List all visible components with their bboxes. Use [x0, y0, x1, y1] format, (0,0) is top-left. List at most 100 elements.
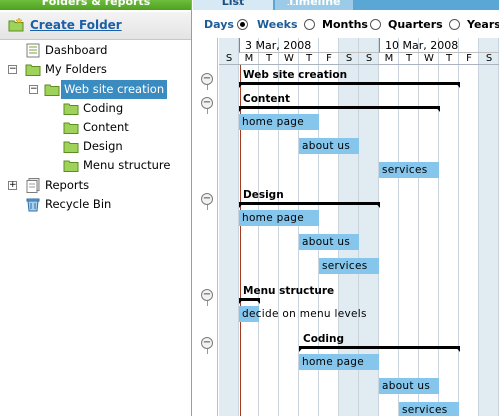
folder-icon — [63, 160, 79, 172]
group-title-menu-structure: Menu structure — [243, 285, 335, 297]
task-bar-coding-home-page[interactable]: home page — [299, 354, 379, 370]
timeline-panel: List Timeline Days Weeks Months Quarters… — [193, 0, 499, 416]
tree-item-coding-label: Coding — [83, 101, 124, 115]
task-bar-design-about-us[interactable]: about us — [299, 234, 359, 250]
scale-years-label[interactable]: Years — [467, 18, 499, 31]
scale-years-radio[interactable] — [449, 19, 460, 30]
scale-months-radio[interactable] — [304, 19, 315, 30]
tab-timeline-label: Timeline — [287, 0, 341, 8]
scale-months-label[interactable]: Months — [322, 18, 368, 31]
tree-item-recycle-bin[interactable]: Recycle Bin — [0, 195, 190, 214]
task-bar-decide-menu-levels[interactable]: decide on menu levels — [239, 306, 366, 322]
scale-weeks-radio[interactable] — [237, 19, 248, 30]
collapse-content-icon[interactable]: − — [201, 97, 213, 114]
tree-item-web-site-creation-label: Web site creation — [61, 80, 168, 99]
day-column — [439, 38, 459, 416]
collapse-my-folders-toggle[interactable]: − — [8, 65, 17, 74]
tree-item-dashboard[interactable]: Dashboard — [0, 41, 190, 60]
tree-item-coding[interactable]: Coding — [0, 99, 190, 118]
day-header: W — [419, 53, 439, 65]
tree-item-my-folders[interactable]: − My Folders — [0, 60, 190, 79]
day-header: W — [279, 53, 299, 65]
folder-icon — [25, 64, 41, 76]
tree-item-content[interactable]: Content — [0, 118, 190, 137]
create-folder-label[interactable]: Create Folder — [30, 18, 122, 32]
folder-icon — [44, 84, 60, 96]
tree-item-menu-structure[interactable]: Menu structure — [0, 156, 190, 175]
timeline-grid: 3 Mar, 2008 10 Mar, 2008 S M T W T F S S… — [219, 38, 499, 416]
summary-bar-design[interactable] — [239, 202, 380, 208]
day-header: M — [379, 53, 399, 65]
tree-item-design[interactable]: Design — [0, 137, 190, 156]
scale-quarters-radio[interactable] — [370, 19, 381, 30]
tree-item-reports-label: Reports — [45, 178, 90, 192]
tree-item-reports[interactable]: + Reports — [0, 176, 190, 195]
new-folder-icon — [8, 18, 24, 32]
day-column — [219, 38, 239, 416]
tree-item-content-label: Content — [83, 120, 129, 134]
collapse-coding-icon[interactable]: − — [201, 337, 213, 354]
summary-bar-coding[interactable] — [299, 346, 460, 352]
dashboard-icon — [26, 43, 40, 58]
tree-item-my-folders-label: My Folders — [45, 62, 107, 76]
tab-list-label: List — [221, 0, 245, 8]
tab-timeline[interactable]: Timeline — [275, 0, 353, 10]
create-folder-button[interactable]: Create Folder — [0, 12, 191, 40]
recycle-bin-icon — [26, 198, 40, 212]
collapse-web-site-creation-toggle[interactable]: − — [29, 85, 38, 94]
day-header: S — [359, 53, 379, 65]
view-tabs: List Timeline — [193, 0, 499, 10]
folder-icon — [63, 122, 79, 134]
day-header: S — [479, 53, 499, 65]
collapse-design-icon[interactable]: − — [201, 193, 213, 210]
tree-item-web-site-creation[interactable]: − Web site creation — [0, 80, 190, 99]
day-header: T — [439, 53, 459, 65]
scale-quarters-label[interactable]: Quarters — [388, 18, 443, 31]
collapse-web-site-creation-icon[interactable]: − — [201, 73, 213, 90]
expand-reports-toggle[interactable]: + — [8, 181, 17, 190]
day-column — [399, 38, 419, 416]
folders-panel-title: Folders & reports — [0, 0, 191, 10]
group-title-coding: Coding — [303, 333, 345, 345]
day-header: M — [239, 53, 259, 65]
day-column — [459, 38, 479, 416]
collapse-menu-structure-icon[interactable]: − — [201, 289, 213, 306]
summary-bar-menu-structure[interactable] — [239, 298, 260, 304]
task-bar-content-about-us[interactable]: about us — [299, 138, 359, 154]
task-bar-content-home-page[interactable]: home page — [239, 114, 319, 130]
folders-panel: Folders & reports Create Folder Dashboar… — [0, 0, 192, 416]
group-title-content: Content — [243, 93, 291, 105]
day-header: S — [339, 53, 359, 65]
tree-item-menu-structure-label: Menu structure — [83, 158, 171, 172]
summary-bar-content[interactable] — [239, 106, 440, 112]
day-header: T — [399, 53, 419, 65]
day-header: F — [319, 53, 339, 65]
day-header: T — [259, 53, 279, 65]
row-toggle-column: − − − − − — [193, 38, 218, 416]
day-column — [479, 38, 499, 416]
task-bar-design-services[interactable]: services — [319, 258, 379, 274]
task-bar-design-home-page[interactable]: home page — [239, 210, 319, 226]
week-header: 10 Mar, 2008 — [379, 38, 499, 53]
time-scale-selector: Days Weeks Months Quarters Years — [193, 10, 499, 38]
task-bar-coding-about-us[interactable]: about us — [379, 378, 439, 394]
day-header: S — [219, 53, 239, 65]
group-title-web-site-creation: Web site creation — [243, 69, 348, 81]
folders-title-text: Folders & reports — [41, 0, 151, 8]
reports-icon — [26, 178, 40, 193]
day-header: F — [459, 53, 479, 65]
timeline-chart: − − − − − 3 Mar, 2008 10 Mar, 2008 S M T… — [193, 38, 499, 416]
tree-item-recycle-bin-label: Recycle Bin — [45, 197, 112, 211]
group-title-design: Design — [243, 189, 284, 201]
task-bar-content-services[interactable]: services — [379, 162, 439, 178]
folder-icon — [63, 103, 79, 115]
tree-item-dashboard-label: Dashboard — [45, 43, 108, 57]
tab-list[interactable]: List — [193, 0, 273, 10]
tree-item-design-label: Design — [83, 139, 123, 153]
scale-days-link[interactable]: Days — [204, 18, 234, 31]
scale-weeks-label[interactable]: Weeks — [257, 18, 298, 31]
folder-icon — [63, 141, 79, 153]
task-bar-coding-services[interactable]: services — [399, 402, 459, 416]
day-column — [419, 38, 439, 416]
summary-bar-web-site-creation[interactable] — [239, 82, 460, 88]
